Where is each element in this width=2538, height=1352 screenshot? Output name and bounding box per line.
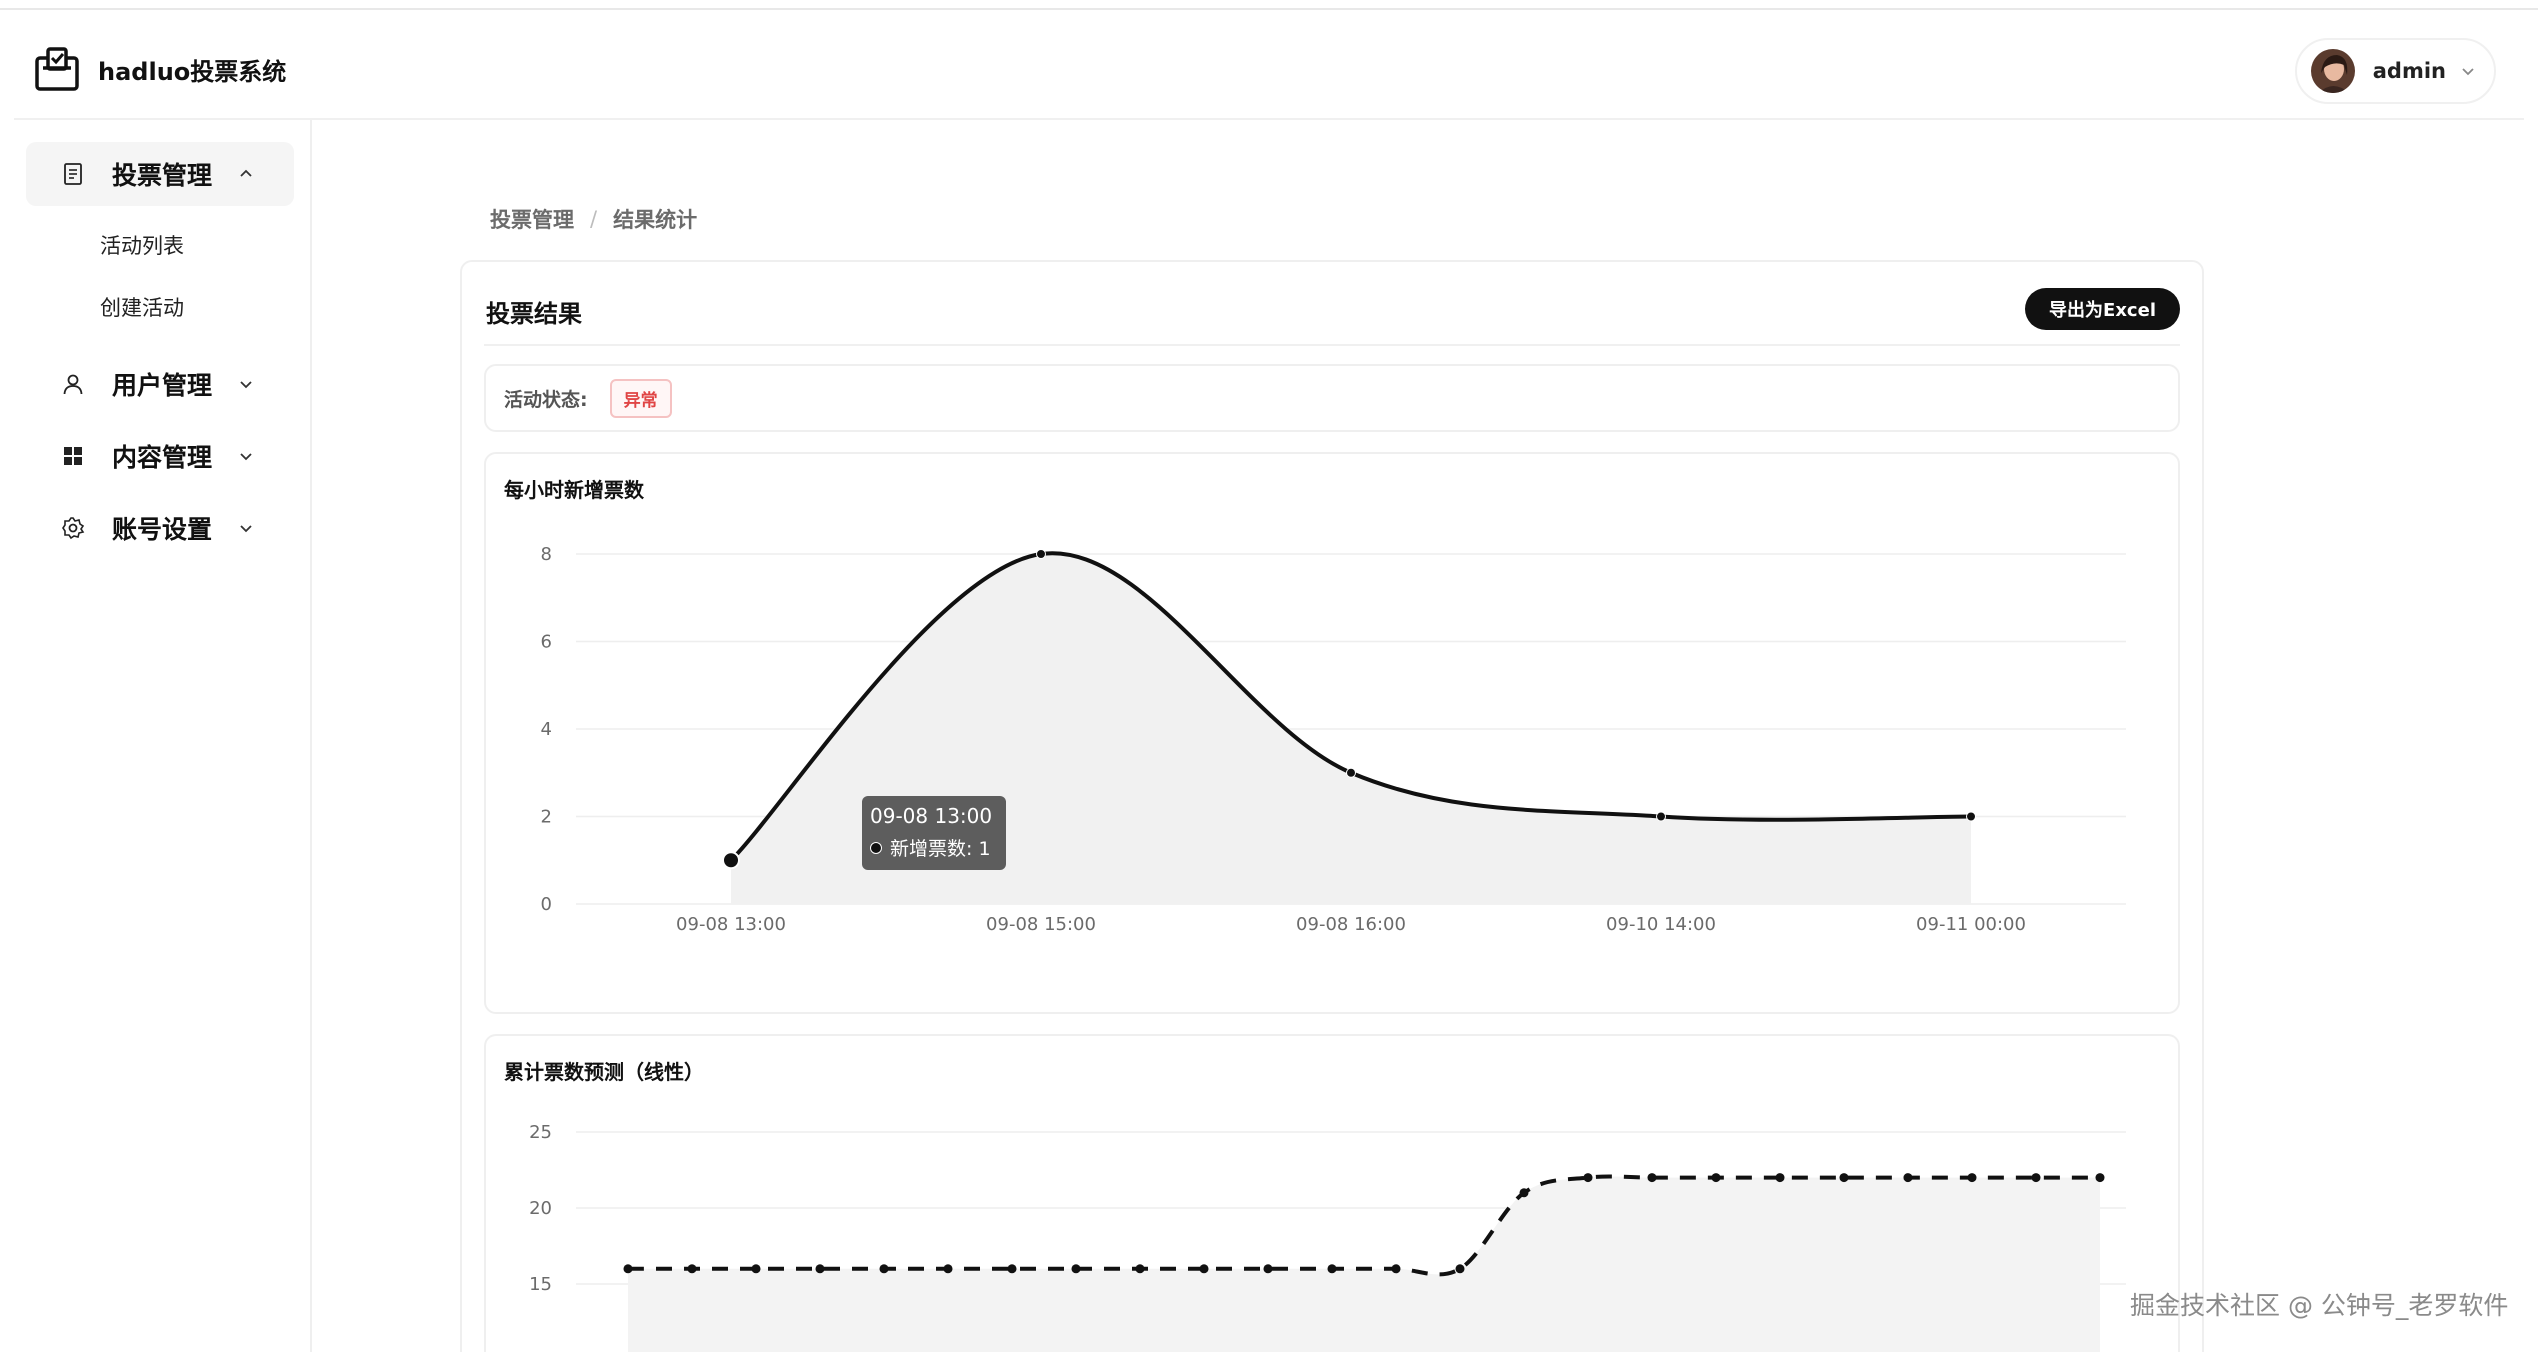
app-header: hadluo投票系统 admin xyxy=(14,12,2524,120)
y-tick-label: 25 xyxy=(529,1122,552,1143)
data-point xyxy=(879,1264,889,1274)
tooltip-title: 09-08 13:00 xyxy=(870,804,993,828)
data-point xyxy=(1007,1264,1017,1274)
app-title: hadluo投票系统 xyxy=(98,57,287,86)
data-point xyxy=(815,1264,825,1274)
data-point xyxy=(943,1264,953,1274)
data-point xyxy=(722,851,740,870)
breadcrumb-item-vote-management[interactable]: 投票管理 xyxy=(490,204,574,234)
data-point xyxy=(687,1264,697,1274)
sidebar-group-label: 用户管理 xyxy=(112,371,213,400)
y-tick-label: 15 xyxy=(529,1274,552,1295)
tooltip-row: 新增票数: 1 xyxy=(870,834,998,861)
series-area xyxy=(628,1176,2100,1352)
data-point xyxy=(1346,767,1356,778)
data-point xyxy=(1647,1173,1657,1183)
breadcrumb-item-result-stats: 结果统计 xyxy=(613,208,698,232)
document-icon xyxy=(60,161,86,187)
data-point xyxy=(751,1264,761,1274)
export-excel-button[interactable]: 导出为Excel xyxy=(2025,288,2180,330)
data-point xyxy=(1656,811,1666,822)
data-point xyxy=(1391,1264,1401,1274)
data-point xyxy=(1711,1173,1721,1183)
y-tick-label: 8 xyxy=(541,544,552,565)
breadcrumb: 投票管理 / 结果统计 xyxy=(490,204,697,234)
sidebar-group-label: 账号设置 xyxy=(112,515,213,544)
data-point xyxy=(1583,1173,1593,1183)
sidebar-group-account-settings[interactable]: 账号设置 xyxy=(26,496,294,560)
data-point xyxy=(2031,1173,2041,1183)
x-tick-label: 09-08 15:00 xyxy=(986,914,1096,935)
data-point xyxy=(1967,1173,1977,1183)
data-point xyxy=(1071,1264,1081,1274)
user-name: admin xyxy=(2372,59,2446,83)
y-tick-label: 20 xyxy=(529,1198,552,1219)
sidebar-group-label: 内容管理 xyxy=(112,443,213,472)
chart-tooltip: 09-08 13:00 新增票数: 1 xyxy=(862,796,1006,870)
data-point xyxy=(1263,1264,1273,1274)
data-point xyxy=(1036,549,1046,559)
gear-icon xyxy=(60,515,86,541)
top-border xyxy=(0,0,2538,10)
tooltip-value: 新增票数: 1 xyxy=(890,838,991,860)
ballot-box-icon xyxy=(35,47,79,91)
chevron-up-icon xyxy=(240,169,252,177)
y-tick-label: 0 xyxy=(541,894,552,915)
avatar xyxy=(2310,49,2355,93)
data-point xyxy=(1199,1264,1209,1274)
status-panel: 活动状态: 异常 xyxy=(484,364,2180,432)
status-label: 活动状态: xyxy=(504,388,588,411)
sidebar-group-content-management[interactable]: 内容管理 xyxy=(26,424,294,488)
sidebar-group-user-management[interactable]: 用户管理 xyxy=(26,352,294,416)
cumulative-forecast-chart[interactable]: 10152025 xyxy=(486,1036,2182,1352)
x-tick-label: 09-08 13:00 xyxy=(676,914,786,935)
data-point xyxy=(623,1264,633,1274)
data-point xyxy=(1839,1173,1849,1183)
data-point xyxy=(1135,1264,1145,1274)
hourly-votes-chart[interactable]: 0 2 4 6 8 09-08 13:00 09-08 15:00 09-08 16:00 09… xyxy=(486,454,2182,1016)
app-logo[interactable]: hadluo投票系统 xyxy=(34,46,286,92)
cumulative-forecast-chart-panel: 累计票数预测（线性） 10152025 xyxy=(484,1034,2180,1352)
series-dot-icon xyxy=(870,841,882,854)
x-tick-label: 09-08 16:00 xyxy=(1296,914,1406,935)
x-tick-label: 09-11 00:00 xyxy=(1916,914,2026,935)
sidebar-item-create-activity[interactable]: 创建活动 xyxy=(100,292,184,322)
y-tick-label: 6 xyxy=(541,632,552,653)
user-menu[interactable]: admin xyxy=(2294,38,2496,104)
x-tick-label: 09-10 14:00 xyxy=(1606,914,1716,935)
data-point xyxy=(1775,1173,1785,1183)
card-title: 投票结果 xyxy=(486,300,582,328)
sidebar: 投票管理 活动列表 创建活动 用户管理 内容管理 账号设置 xyxy=(14,120,312,1352)
data-point xyxy=(1455,1264,1465,1274)
chevron-down-icon xyxy=(240,525,252,533)
data-point xyxy=(1519,1188,1529,1198)
chevron-down-icon xyxy=(2462,68,2474,76)
y-tick-label: 4 xyxy=(541,719,552,740)
chevron-down-icon xyxy=(240,381,252,389)
user-icon xyxy=(60,371,86,397)
data-point xyxy=(1903,1173,1913,1183)
data-point xyxy=(1327,1264,1337,1274)
status-badge: 异常 xyxy=(609,378,672,418)
sidebar-item-activity-list[interactable]: 活动列表 xyxy=(100,230,184,260)
chevron-down-icon xyxy=(240,453,252,461)
sidebar-group-label: 投票管理 xyxy=(112,161,213,190)
hourly-votes-chart-panel: 每小时新增票数 0 2 4 6 8 09-08 13:00 09-08 15:00 09-08… xyxy=(484,452,2180,1014)
y-tick-label: 2 xyxy=(541,807,552,828)
data-point xyxy=(2095,1173,2105,1183)
sidebar-group-vote-management[interactable]: 投票管理 xyxy=(26,142,294,206)
divider xyxy=(484,344,2180,346)
breadcrumb-separator: / xyxy=(590,207,598,231)
grid-icon xyxy=(60,443,86,469)
watermark: 掘金技术社区 @ 公钟号_老罗软件 xyxy=(2130,1291,2509,1320)
results-card: 投票结果 导出为Excel 活动状态: 异常 每小时新增票数 0 2 4 6 8 09-0… xyxy=(460,260,2204,1352)
data-point xyxy=(1966,811,1976,822)
